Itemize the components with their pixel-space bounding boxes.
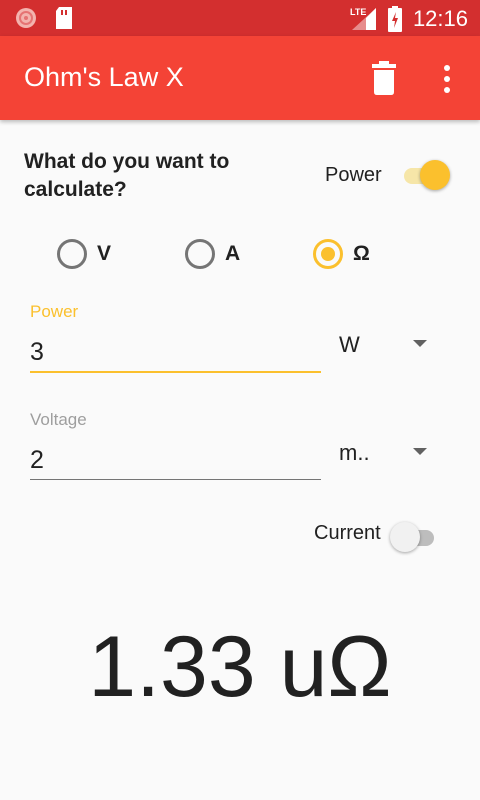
result-value: 1.33 uΩ	[88, 619, 392, 715]
calculate-question: What do you want to calculate?	[24, 150, 230, 201]
radio-label-resistance: Ω	[353, 242, 370, 265]
power-input[interactable]: 3	[30, 338, 44, 367]
radio-current[interactable]: A	[185, 236, 240, 272]
voltage-input-underline	[30, 479, 321, 480]
power-toggle-label: Power	[325, 164, 382, 186]
more-vert-icon	[432, 65, 462, 100]
radio-resistance[interactable]: Ω	[313, 236, 370, 272]
voltage-unit-select[interactable]: m..	[339, 440, 370, 466]
voltage-field-label: Voltage	[30, 410, 87, 429]
current-toggle-label: Current	[314, 522, 381, 544]
notification-icon	[14, 6, 38, 35]
app-bar: Ohm's Law X	[0, 36, 480, 120]
delete-button[interactable]	[368, 60, 400, 96]
current-toggle-thumb	[390, 522, 420, 552]
radio-label-current: A	[225, 242, 241, 265]
app-title: Ohm's Law X	[24, 62, 184, 92]
current-toggle[interactable]	[390, 522, 440, 552]
signal-icon	[352, 8, 376, 35]
power-field-label: Power	[30, 302, 79, 321]
clock: 12:16	[412, 6, 468, 31]
radio-circle	[185, 239, 215, 269]
status-bar: LTE 12:16	[0, 0, 480, 36]
voltage-input[interactable]: 2	[30, 446, 44, 475]
sd-card-icon	[54, 6, 74, 35]
battery-charging-icon	[388, 6, 402, 37]
radio-voltage[interactable]: V	[57, 236, 111, 272]
chevron-down-icon[interactable]	[413, 448, 427, 455]
power-unit-select[interactable]: W	[339, 332, 360, 358]
power-toggle[interactable]	[400, 160, 450, 190]
radio-circle	[313, 239, 343, 269]
power-input-underline	[30, 371, 321, 373]
overflow-menu-button[interactable]	[432, 62, 462, 96]
radio-circle	[57, 239, 87, 269]
radio-label-voltage: V	[97, 242, 112, 265]
chevron-down-icon[interactable]	[413, 340, 427, 347]
power-toggle-thumb	[420, 160, 450, 190]
trash-icon	[368, 61, 400, 100]
